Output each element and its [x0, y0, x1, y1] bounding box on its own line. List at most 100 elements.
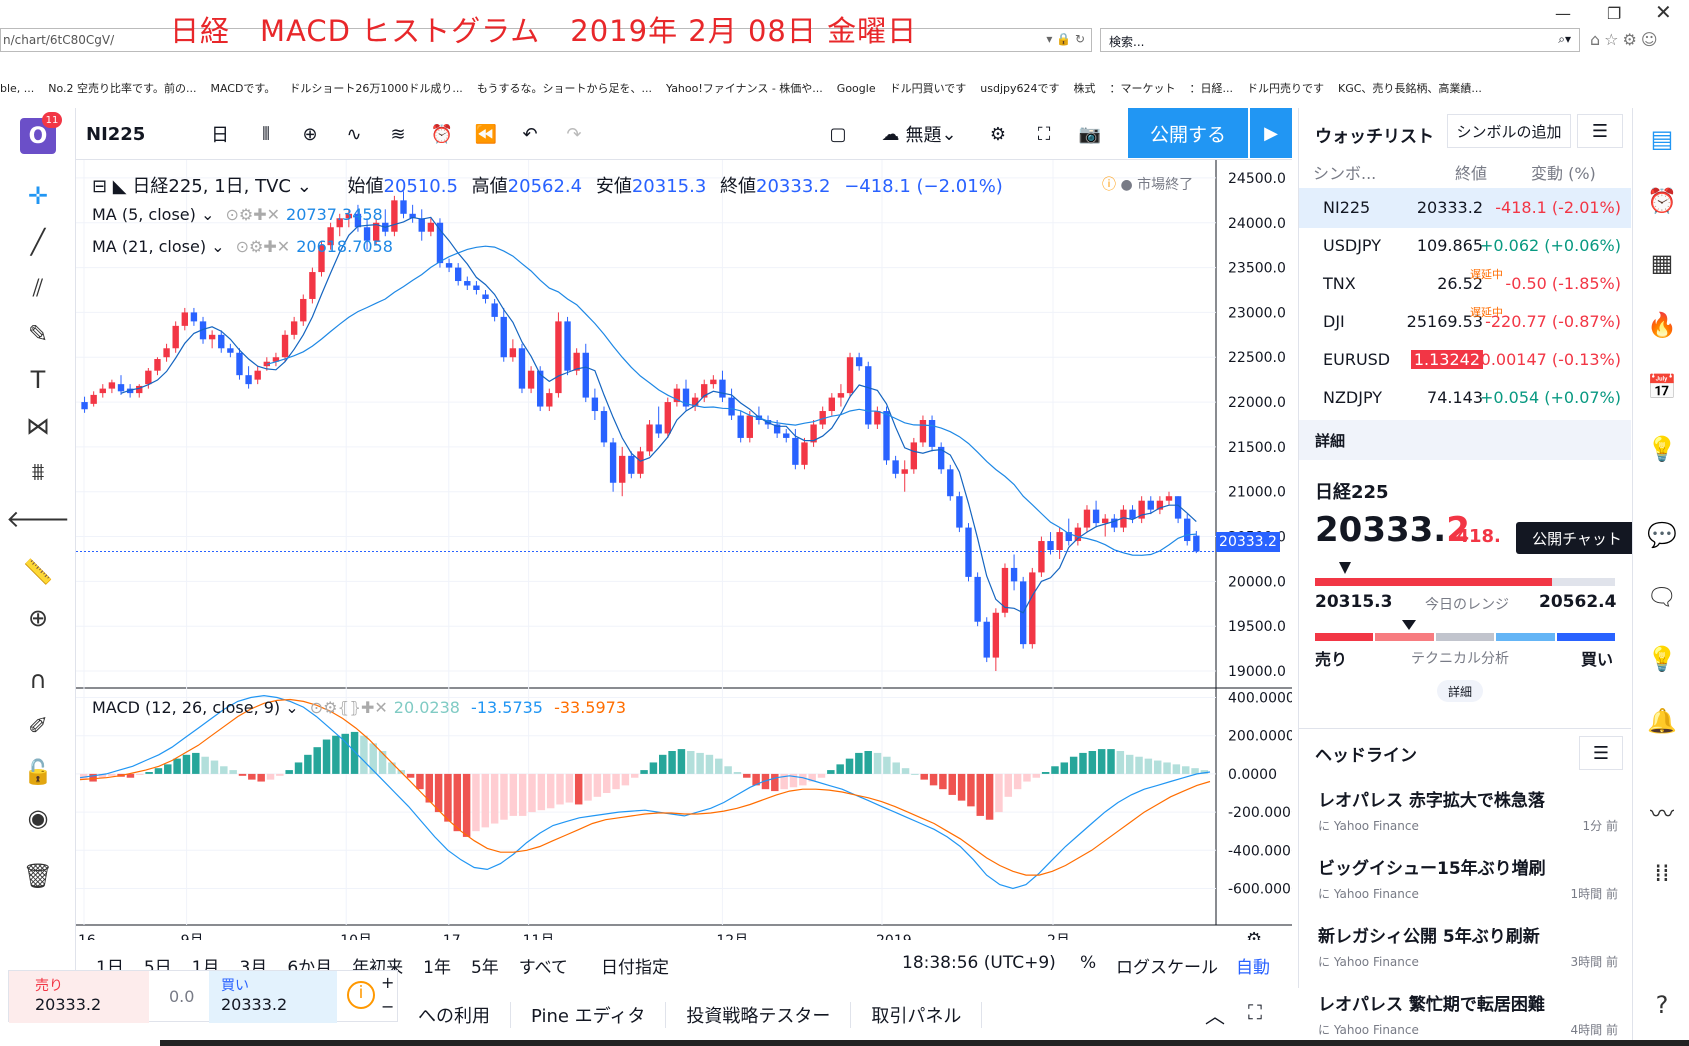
browser-actions-icon[interactable]: ⌂☆⚙☺ [1590, 30, 1662, 49]
watchlist-row[interactable]: USDJPY 109.865 +0.062 (+0.06%) [1299, 226, 1631, 266]
back-arrow-icon[interactable]: 🡐 [6, 500, 70, 536]
legend-ma5[interactable]: MA (5, close) ⌄ ⊙⚙✚✕ 20737.3458 [92, 205, 383, 224]
refresh-icon[interactable]: ▾ 🔒 ↻ [1046, 32, 1085, 46]
details-more-button[interactable]: 詳細 [1437, 680, 1483, 702]
magnet-icon[interactable]: ∩ [20, 662, 56, 698]
price-chart[interactable]: 24500.0 24000.0 23500.0 23000.0 22500.0 22000… [76, 160, 1292, 940]
trash-icon[interactable]: 🗑 [20, 858, 56, 894]
bookmark-item[interactable]: ドルショート26万1000ドル成り... [289, 82, 462, 95]
plus-icon[interactable]: + [381, 973, 394, 992]
buy-button[interactable]: 買い 20333.2 [209, 971, 337, 1023]
headline-item[interactable]: ビッグイシュー15年ぶり増刷に Yahoo Finance 1時間 前 [1318, 854, 1618, 902]
headlines-menu-icon[interactable]: ☰ [1579, 736, 1623, 770]
search-input[interactable]: 検索... ⌕▾ [1100, 28, 1580, 52]
bookmark-item[interactable]: No.2 空売り比率です。前の... [48, 82, 196, 95]
range-button[interactable]: 5年 [471, 953, 499, 978]
bookmark-item[interactable]: Yahoo!ファイナンス - 株価や... [666, 82, 823, 95]
fullscreen-box-icon[interactable]: ▢ [816, 108, 860, 160]
streams-icon[interactable]: 💡 [1645, 642, 1679, 676]
date-pick-button[interactable]: 日付指定 [601, 953, 669, 978]
candles-icon[interactable]: ⫴ [244, 108, 288, 160]
bottom-tab[interactable]: への利用 [398, 1002, 511, 1028]
minus-icon[interactable]: − [381, 997, 394, 1016]
private-chat-icon[interactable]: 🗨 [1645, 580, 1679, 614]
bookmark-item[interactable]: ドル円買いです [890, 82, 967, 95]
trendline-icon[interactable]: ╱ [20, 224, 56, 260]
maximize-panel-icon[interactable]: ⛶ [1248, 1000, 1262, 1024]
headline-item[interactable]: レオパレス 赤字拡大で株急落に Yahoo Finance 1分 前 [1318, 786, 1618, 834]
alarm-icon[interactable]: ⏰ [1645, 184, 1679, 218]
bookmark-item[interactable]: Google [837, 82, 876, 95]
ruler-icon[interactable]: 📏 [20, 554, 56, 590]
bookmark-item[interactable]: KGC、売り長銘柄、高業績... [1338, 82, 1482, 95]
bookmark-item[interactable]: もうするな。ショートから足を、... [477, 82, 652, 95]
bookmark-item[interactable]: ドル円売りです [1247, 82, 1324, 95]
bookmark-item[interactable]: ：日経... [1190, 82, 1234, 95]
ideas-icon[interactable]: 💡 [1645, 432, 1679, 466]
publish-button[interactable]: 公開する [1128, 108, 1248, 158]
menu-icon[interactable]: ☰ [1577, 114, 1623, 148]
play-icon[interactable]: ▶ [1250, 108, 1292, 158]
bookmark-item[interactable]: usdjpy624です [980, 82, 1059, 95]
grid-icon[interactable]: ⁞⁞ [1645, 856, 1679, 890]
range-button[interactable]: 1年 [423, 953, 451, 978]
help-icon[interactable]: ? [1645, 988, 1679, 1022]
headline-item[interactable]: レオパレス 繁忙期で転居困難に Yahoo Finance 4時間 前 [1318, 990, 1618, 1038]
watchlist-row[interactable]: DJI 25169.53 -220.77 (-0.87%) 遅延中 [1299, 302, 1631, 342]
layout-menu[interactable]: ☁ 無題 ⌄ [864, 108, 974, 160]
alert-icon[interactable]: ⏰ [420, 108, 464, 160]
add-symbol-button[interactable]: シンボルの追加 [1447, 114, 1571, 148]
public-chat-icon[interactable]: 💬 [1645, 518, 1679, 552]
auto-toggle[interactable]: 自動 [1236, 953, 1270, 978]
sell-button[interactable]: 売り 20333.2 [9, 971, 149, 1023]
chart-settings-icon[interactable]: ⚙ [1246, 929, 1262, 940]
indicators-icon[interactable]: ∿ [332, 108, 376, 160]
chart-icon[interactable]: 〰 [1645, 794, 1679, 828]
watchlist-row[interactable]: NZDJPY 74.143 +0.054 (+0.07%) [1299, 378, 1631, 418]
symbol-search[interactable]: NI225 [86, 108, 196, 160]
pattern-icon[interactable]: ⋈ [20, 408, 56, 444]
bookmark-item[interactable]: MACDです。 [210, 82, 275, 95]
calendar-icon[interactable]: 📅 [1645, 370, 1679, 404]
bottom-tab[interactable]: 取引パネル [851, 1002, 983, 1028]
zoom-icon[interactable]: ⊕ [20, 600, 56, 636]
log-toggle[interactable]: ログスケール [1116, 953, 1218, 978]
headline-item[interactable]: 新レガシィ公開 5年ぶり刷新に Yahoo Finance 3時間 前 [1318, 922, 1618, 970]
hotlist-icon[interactable]: 🔥 [1645, 308, 1679, 342]
watchlist-row[interactable]: TNX 26.52 -0.50 (-1.85%) 遅延中 [1299, 264, 1631, 304]
bookmark-item[interactable]: ble, ... [0, 82, 34, 95]
settings-icon[interactable]: ⚙ [976, 108, 1020, 160]
templates-icon[interactable]: ≋ [376, 108, 420, 160]
watchlist-icon[interactable]: ▤ [1645, 122, 1679, 156]
lock-icon[interactable]: 🔓 [20, 754, 56, 790]
lock-drawing-icon[interactable]: ✐ [20, 708, 56, 744]
eye-icon[interactable]: ◉ [20, 800, 56, 836]
search-icon[interactable]: ⌕▾ [1558, 32, 1571, 47]
redo-icon[interactable]: ↷ [552, 108, 596, 160]
close-icon[interactable]: ✕ [1655, 0, 1672, 24]
fullscreen-icon[interactable]: ⛶ [1022, 108, 1066, 160]
add-icon[interactable]: ⊕ [288, 108, 332, 160]
brush-icon[interactable]: ✎ [20, 316, 56, 352]
replay-icon[interactable]: ⏪ [464, 108, 508, 160]
percent-toggle[interactable]: % [1080, 953, 1096, 973]
bookmark-item[interactable]: 株式 [1074, 82, 1096, 95]
bottom-tab[interactable]: Pine エディタ [511, 1002, 667, 1028]
bookmark-item[interactable]: ：マーケット [1110, 82, 1176, 95]
info-icon[interactable]: i [347, 981, 375, 1009]
legend-ma21[interactable]: MA (21, close) ⌄ ⊙⚙✚✕ 20618.7058 [92, 237, 393, 256]
data-window-icon[interactable]: ▦ [1645, 246, 1679, 280]
collapse-icon[interactable]: ⊟ ◣ [92, 176, 127, 197]
watchlist-row[interactable]: NI225 20333.2 -418.1 (-2.01%) [1299, 188, 1631, 228]
minimize-icon[interactable]: — [1555, 4, 1571, 23]
crosshair-icon[interactable]: ✛ [20, 178, 56, 214]
text-icon[interactable]: T [20, 362, 56, 398]
notification-icon[interactable]: 🔔 [1645, 704, 1679, 738]
collapse-panel-icon[interactable]: ︿ [1205, 1000, 1225, 1029]
fib-icon[interactable]: ⫽ [20, 270, 56, 306]
restore-icon[interactable]: ❐ [1607, 4, 1621, 23]
interval-button[interactable]: 日 [200, 108, 240, 160]
position-icon[interactable]: ⩩ [20, 454, 56, 490]
bottom-tab[interactable]: 投資戦略テスター [666, 1002, 852, 1028]
range-button[interactable]: すべて [519, 953, 568, 978]
